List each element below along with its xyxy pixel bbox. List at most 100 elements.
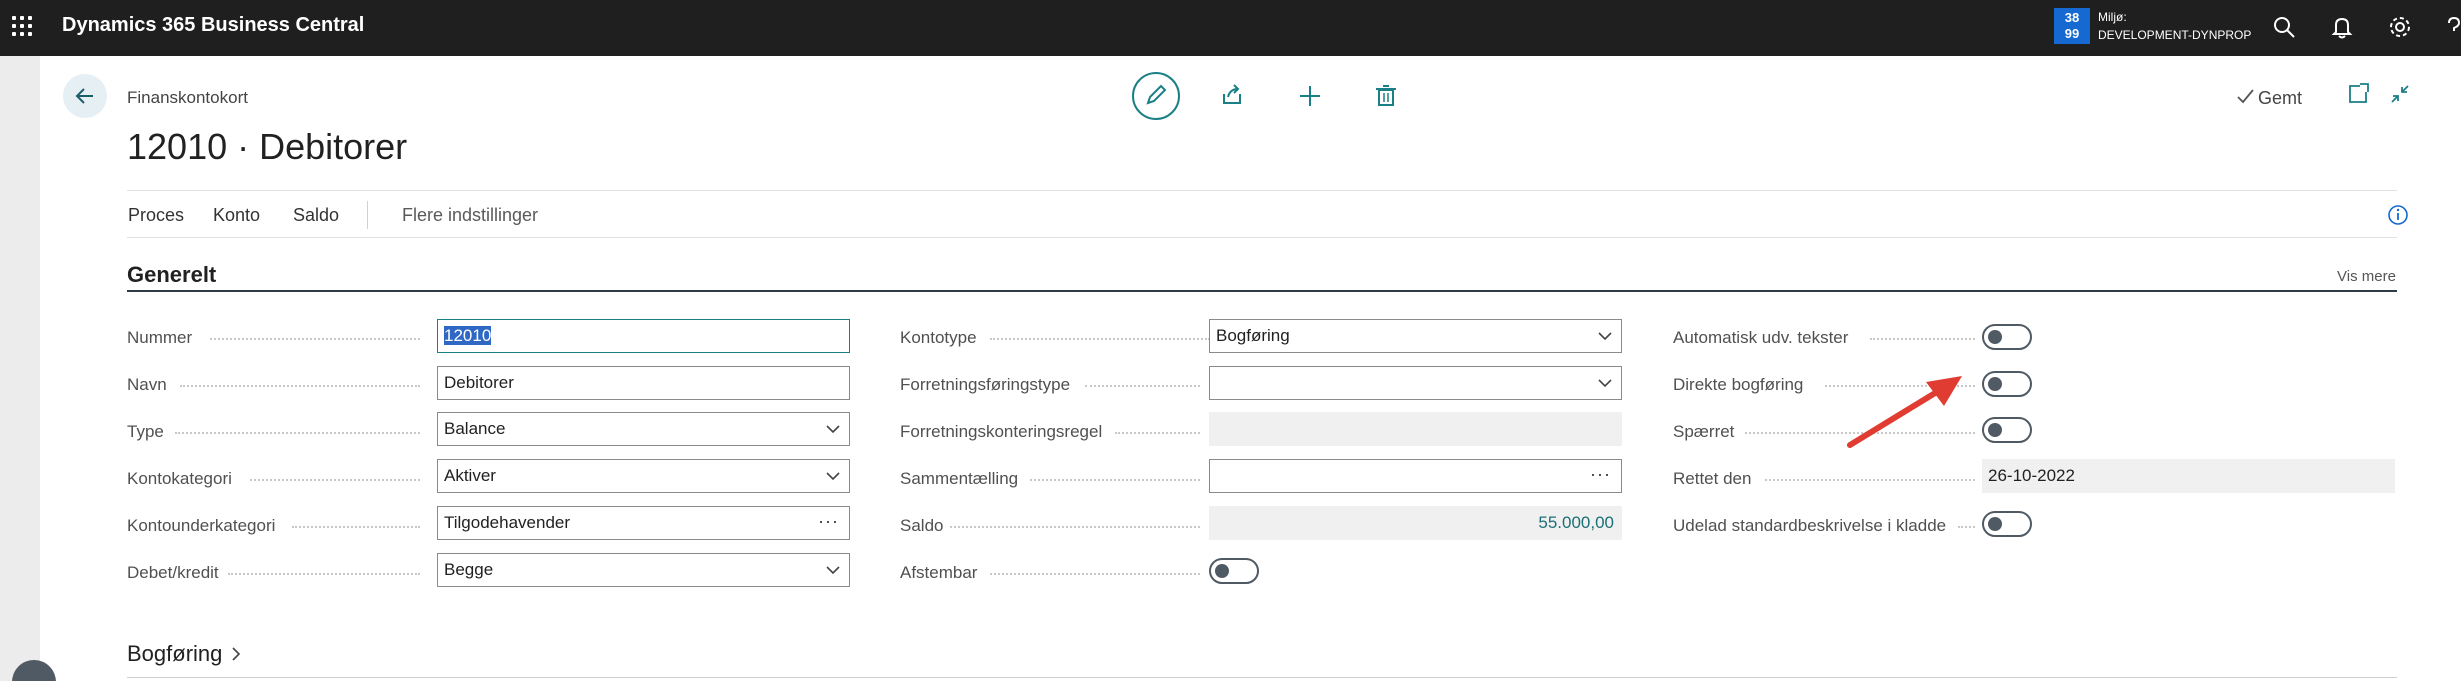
business-posting-rule-readonly xyxy=(1209,412,1622,446)
section-posting-title[interactable]: Bogføring xyxy=(127,641,243,667)
field-label-business-posting-rule: Forretningskonteringsregel xyxy=(900,422,1103,441)
debit-credit-value: Begge xyxy=(444,560,494,579)
field-label-account-type: Kontotype xyxy=(900,328,977,347)
field-label-balance: Saldo xyxy=(900,516,944,535)
app-launcher-icon[interactable] xyxy=(12,16,32,36)
dot-leader xyxy=(1870,338,1975,340)
dot-leader xyxy=(1765,479,1975,481)
checkmark-icon xyxy=(2237,89,2254,104)
toggle-knob xyxy=(1988,330,2002,344)
field-label-direct-posting: Direkte bogføring xyxy=(1673,375,1804,394)
direct-posting-toggle[interactable] xyxy=(1982,371,2032,397)
dot-leader xyxy=(1030,479,1200,481)
dot-leader xyxy=(292,526,420,528)
field-label-business-posting-type: Forretningsføringstype xyxy=(900,375,1071,394)
chevron-down-icon xyxy=(826,472,840,481)
help-icon[interactable] xyxy=(2440,13,2461,41)
left-side-strip xyxy=(0,56,40,681)
field-label-totaling: Sammentælling xyxy=(900,469,1019,488)
chevron-down-icon xyxy=(1598,379,1612,388)
field-label-reconcilable: Afstembar xyxy=(900,563,978,582)
field-label-blocked: Spærret xyxy=(1673,422,1735,441)
section-divider xyxy=(127,677,2397,678)
dot-leader xyxy=(180,385,420,387)
ellipsis-icon[interactable]: ··· xyxy=(1590,464,1611,485)
blocked-toggle[interactable] xyxy=(1982,417,2032,443)
dot-leader xyxy=(250,479,420,481)
open-new-window-icon[interactable] xyxy=(2340,76,2376,112)
last-modified-date: 26-10-2022 xyxy=(1982,459,2395,493)
edit-button[interactable] xyxy=(1132,72,1180,120)
dot-leader xyxy=(210,338,420,340)
chevron-down-icon xyxy=(826,566,840,575)
dot-leader xyxy=(1085,385,1200,387)
section-general-title[interactable]: Generelt xyxy=(127,262,216,288)
app-title[interactable]: Dynamics 365 Business Central xyxy=(62,14,364,37)
chevron-down-icon xyxy=(826,425,840,434)
type-select[interactable]: Balance xyxy=(437,412,850,446)
business-posting-type-select[interactable] xyxy=(1209,366,1622,400)
toggle-knob xyxy=(1988,423,2002,437)
info-icon[interactable] xyxy=(2386,203,2410,227)
field-label-account-subcategory: Kontounderkategori xyxy=(127,516,276,535)
balance-value[interactable]: 55.000,00 xyxy=(1209,506,1622,540)
action-process[interactable]: Proces xyxy=(128,205,184,226)
omit-default-descr-toggle[interactable] xyxy=(1982,511,2032,537)
auto-ext-texts-toggle[interactable] xyxy=(1982,324,2032,350)
field-label-omit-default-descr: Udelad standardbeskrivelse i kladde xyxy=(1673,516,1947,535)
field-label-number: Nummer xyxy=(127,328,193,347)
action-balance[interactable]: Saldo xyxy=(293,205,339,226)
section-divider xyxy=(127,290,2397,292)
arrow-left-icon xyxy=(75,88,93,104)
top-bar: Dynamics 365 Business Central 38 99 Milj… xyxy=(0,0,2461,56)
dot-leader xyxy=(990,573,1200,575)
toggle-knob xyxy=(1988,517,2002,531)
annotation-arrow-icon xyxy=(1847,376,1962,448)
number-input[interactable]: 12010 xyxy=(437,319,850,353)
search-icon[interactable] xyxy=(2270,13,2298,41)
debit-credit-select[interactable]: Begge xyxy=(437,553,850,587)
saved-status: Gemt xyxy=(2258,88,2303,108)
chevron-right-icon xyxy=(231,647,240,661)
field-label-auto-ext-texts: Automatisk udv. tekster xyxy=(1673,328,1849,347)
account-category-select[interactable]: Aktiver xyxy=(437,459,850,493)
page-title: 12010 · Debitorer xyxy=(127,126,408,167)
toggle-knob xyxy=(1215,564,1229,578)
dot-leader xyxy=(950,526,1200,528)
dot-leader xyxy=(1958,526,1975,528)
reconcilable-toggle[interactable] xyxy=(1209,558,1259,584)
environment-badge-top: 38 xyxy=(2064,10,2080,25)
account-type-value: Bogføring xyxy=(1216,326,1290,345)
account-subcategory-lookup[interactable]: Tilgodehavender ··· xyxy=(437,506,850,540)
number-value: 12010 xyxy=(444,326,492,345)
totaling-lookup[interactable]: ··· xyxy=(1209,459,1622,493)
gear-icon[interactable] xyxy=(2386,13,2414,41)
field-label-debit-credit: Debet/kredit xyxy=(127,563,219,582)
name-input[interactable]: Debitorer xyxy=(437,366,850,400)
collapse-icon[interactable] xyxy=(2382,76,2418,112)
dot-leader xyxy=(228,573,420,575)
delete-icon[interactable] xyxy=(1362,72,1410,120)
back-button[interactable] xyxy=(63,74,107,118)
account-category-value: Aktiver xyxy=(444,466,496,485)
bell-icon[interactable] xyxy=(2328,13,2356,41)
show-more-link[interactable]: Vis mere xyxy=(2337,268,2396,285)
account-type-select[interactable]: Bogføring xyxy=(1209,319,1622,353)
account-subcategory-value: Tilgodehavender xyxy=(444,513,571,532)
field-label-last-modified: Rettet den xyxy=(1673,469,1752,488)
dot-leader xyxy=(175,432,420,434)
action-separator xyxy=(367,201,368,229)
share-icon[interactable] xyxy=(1208,72,1256,120)
environment-badge[interactable]: 38 99 xyxy=(2054,8,2090,44)
field-label-account-category: Kontokategori xyxy=(127,469,232,488)
section-posting-label: Bogføring xyxy=(127,641,223,666)
dot-leader xyxy=(1115,432,1200,434)
environment-label: Miljø: xyxy=(2098,10,2127,24)
more-options[interactable]: Flere indstillinger xyxy=(402,205,538,226)
action-bar: Proces Konto Saldo Flere indstillinger xyxy=(127,190,2408,238)
field-label-name: Navn xyxy=(127,375,167,394)
action-account[interactable]: Konto xyxy=(213,205,260,226)
breadcrumb: Finanskontokort xyxy=(127,88,248,107)
add-icon[interactable] xyxy=(1286,72,1334,120)
ellipsis-icon[interactable]: ··· xyxy=(818,511,839,532)
